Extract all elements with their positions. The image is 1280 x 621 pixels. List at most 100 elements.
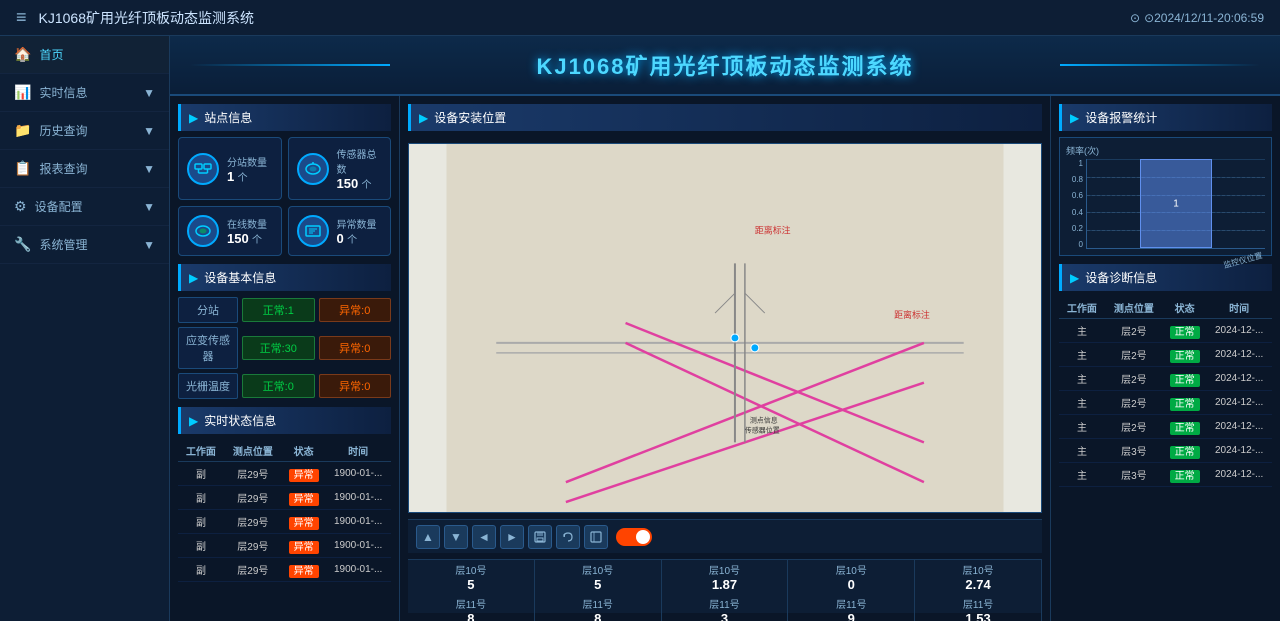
svg-text:距离标注: 距离标注 — [894, 309, 930, 320]
status-badge: 正常 — [1170, 374, 1200, 387]
y-val-2: 0.8 — [1072, 175, 1083, 184]
svg-text:测点信息: 测点信息 — [750, 415, 778, 424]
sidebar-item-history[interactable]: 📁 历史查询 ▼ — [0, 112, 169, 150]
sidebar-label-system: 系统管理 — [39, 236, 87, 253]
status-badge: 异常 — [289, 541, 319, 554]
y-val-3: 0.6 — [1072, 191, 1083, 200]
history-icon: 📁 — [14, 122, 31, 139]
chart-bar-area: 1 监控仪位置 — [1086, 159, 1265, 249]
toolbar-btn-right[interactable]: ► — [500, 525, 524, 549]
info-cell: 层10号 0 — [788, 560, 915, 594]
table-row: 主 层2号 正常 2024-12-... — [1059, 343, 1272, 367]
device-basic-icon: ▶ — [189, 271, 198, 285]
topbar-datetime: ⊙ ⊙2024/12/11-20:06:59 — [1130, 11, 1264, 25]
menu-icon[interactable]: ≡ — [16, 7, 27, 28]
stat-abnormal: 异常数量 0 个 — [288, 206, 392, 256]
substation-label: 分站数量 — [227, 154, 273, 169]
diag-col-time: 时间 — [1206, 297, 1272, 319]
station-grid: 分站数量 1 个 传感 — [178, 137, 391, 256]
chevron-down-icon-5: ▼ — [143, 238, 155, 252]
datetime-text: ⊙2024/12/11-20:06:59 — [1144, 11, 1264, 25]
toolbar-btn-left[interactable]: ◄ — [472, 525, 496, 549]
alarm-stats-section: ▶ 设备报警统计 频率(次) 1 0.8 0.6 0.4 0. — [1059, 104, 1272, 256]
bottom-cells-container: 层10号 5 层10号 5 层10号 1.87 层10号 0 层10号 2.74… — [408, 560, 1042, 613]
status-badge: 正常 — [1170, 326, 1200, 339]
diag-tbody: 主 层2号 正常 2024-12-... 主 层2号 正常 2024-12-..… — [1059, 319, 1272, 487]
info-cell-value: 1.87 — [712, 577, 737, 592]
info-cell: 层11号 8 — [535, 594, 662, 621]
chart-content: 1 0.8 0.6 0.4 0.2 0 — [1066, 159, 1265, 249]
info-cell-value: 1.53 — [965, 611, 990, 621]
y-val-5: 0.2 — [1072, 224, 1083, 233]
chevron-down-icon: ▼ — [143, 86, 155, 100]
online-info: 在线数量 150 个 — [227, 216, 273, 246]
toolbar-btn-up[interactable]: ▲ — [416, 525, 440, 549]
info-cell: 层10号 5 — [535, 560, 662, 594]
device-basic-header: ▶ 设备基本信息 — [178, 264, 391, 291]
device-name-cell: 光栅温度 — [178, 373, 238, 399]
abnormal-icon — [297, 215, 329, 247]
y-val-1: 1 — [1079, 159, 1083, 168]
toolbar-btn-down[interactable]: ▼ — [444, 525, 468, 549]
chevron-down-icon-4: ▼ — [143, 200, 155, 214]
info-cell: 层11号 1.53 — [915, 594, 1042, 621]
table-row: 主 层2号 正常 2024-12-... — [1059, 415, 1272, 439]
sidebar-item-report[interactable]: 📋 报表查询 ▼ — [0, 150, 169, 188]
chevron-down-icon-2: ▼ — [143, 124, 155, 138]
info-cell-value: 2.74 — [965, 577, 990, 592]
banner-title: KJ1068矿用光纤顶板动态监测系统 — [536, 49, 913, 81]
layer-toggle[interactable] — [616, 528, 652, 546]
toolbar-btn-save[interactable] — [528, 525, 552, 549]
chart-y-label: 频率(次) — [1066, 144, 1265, 157]
main-content: KJ1068矿用光纤顶板动态监测系统 ▶ 站点信息 — [170, 36, 1280, 621]
station-info-title: 站点信息 — [204, 109, 252, 126]
sidebar-item-device[interactable]: ⚙ 设备配置 ▼ — [0, 188, 169, 226]
device-diagnosis-title: 设备诊断信息 — [1085, 269, 1157, 286]
info-cell-value: 0 — [848, 577, 855, 592]
table-row: 主 层3号 正常 2024-12-... — [1059, 463, 1272, 487]
realtime-status-icon: ▶ — [189, 414, 198, 428]
left-panel: ▶ 站点信息 分站数量 1 个 — [170, 96, 400, 621]
sidebar-label-report: 报表查询 — [39, 160, 87, 177]
table-row: 主 层2号 正常 2024-12-... — [1059, 367, 1272, 391]
sidebar-item-system[interactable]: 🔧 系统管理 ▼ — [0, 226, 169, 264]
device-normal-status: 正常:30 — [242, 336, 315, 360]
sidebar-item-home[interactable]: 🏠 首页 — [0, 36, 169, 74]
app-title: KJ1068矿用光纤顶板动态监测系统 — [39, 8, 254, 28]
info-cell-label: 层10号 — [582, 562, 613, 577]
table-row: 副 层29号 异常 1900-01-... — [178, 510, 391, 534]
sidebar-label-history: 历史查询 — [39, 122, 87, 139]
device-basic-rows: 分站 正常:1 异常:0 应变传感器 正常:30 异常:0 光栅温度 正常:0 … — [178, 297, 391, 399]
header-banner: KJ1068矿用光纤顶板动态监测系统 — [170, 36, 1280, 96]
toolbar-btn-frame[interactable] — [584, 525, 608, 549]
info-cell-value: 9 — [848, 611, 855, 621]
info-cell-label: 层11号 — [456, 596, 486, 611]
y-val-6: 0 — [1079, 240, 1083, 249]
info-cell: 层11号 8 — [408, 594, 535, 621]
table-row: 主 层3号 正常 2024-12-... — [1059, 439, 1272, 463]
status-badge: 正常 — [1170, 398, 1200, 411]
info-cell-label: 层10号 — [963, 562, 994, 577]
three-col-layout: ▶ 站点信息 分站数量 1 个 — [170, 96, 1280, 621]
home-icon: 🏠 — [14, 46, 31, 63]
device-abnormal-status: 异常:0 — [319, 336, 392, 360]
device-basic-section: ▶ 设备基本信息 分站 正常:1 异常:0 应变传感器 正常:30 异常:0 光… — [178, 264, 391, 399]
device-icon: ⚙ — [14, 198, 27, 215]
status-badge: 正常 — [1170, 470, 1200, 483]
substation-info: 分站数量 1 个 — [227, 154, 273, 184]
bottom-cells-wrap: 层10号 5 层10号 5 层10号 1.87 层10号 0 层10号 2.74… — [408, 560, 1042, 613]
table-row: 主 层2号 正常 2024-12-... — [1059, 391, 1272, 415]
alarm-stats-header: ▶ 设备报警统计 — [1059, 104, 1272, 131]
realtime-status-title: 实时状态信息 — [204, 412, 276, 429]
bottom-row: 层11号 8 层11号 8 层11号 3 层11号 9 层11号 1.53 — [408, 594, 1042, 621]
map-container: 距离标注 距离标注 测点信息 传感器位置 — [408, 143, 1042, 513]
sidebar-item-realtime[interactable]: 📊 实时信息 ▼ — [0, 74, 169, 112]
bar-value: 1 — [1173, 198, 1179, 209]
device-diagnosis-icon: ▶ — [1070, 271, 1079, 285]
table-row: 副 层29号 异常 1900-01-... — [178, 534, 391, 558]
status-badge: 异常 — [289, 565, 319, 578]
toolbar-btn-undo[interactable] — [556, 525, 580, 549]
sensor-total-info: 传感器总数 150 个 — [337, 146, 383, 191]
info-cell-value: 5 — [467, 577, 474, 592]
substation-icon — [187, 153, 219, 185]
